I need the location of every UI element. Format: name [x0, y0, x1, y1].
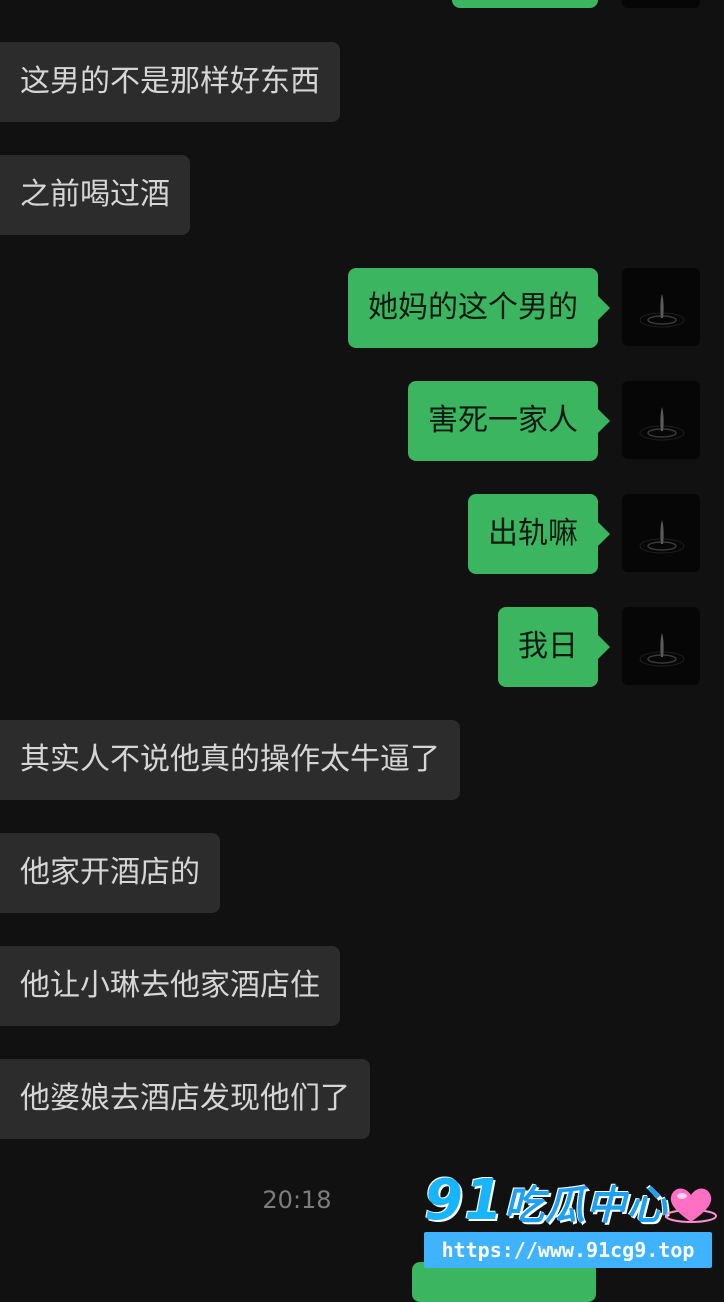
message-text: 出轨嘛 [488, 516, 578, 551]
watermark-logo: 91吃瓜中心 [424, 1170, 668, 1232]
water-drop-avatar-icon [639, 407, 685, 441]
water-drop-avatar-icon [639, 633, 685, 667]
message-text: 他婆娘去酒店发现他们了 [20, 1081, 350, 1116]
message-bubble[interactable]: 这男的不是那样好东西 [0, 42, 340, 122]
message-bubble[interactable]: 之前喝过酒 [0, 155, 190, 235]
watermark-logo-number: 91 [424, 1168, 504, 1233]
message-text: 其实人不说他真的操作太牛逼了 [20, 742, 440, 777]
message-text: 之前喝过酒 [20, 177, 170, 212]
message-text: 我日 [518, 629, 578, 664]
avatar[interactable] [622, 0, 700, 8]
message-bubble-outgoing[interactable]: 害死一家人 [408, 381, 610, 461]
watermark-url: https://www.91cg9.top [424, 1232, 712, 1268]
message-bubble[interactable]: 他婆娘去酒店发现他们了 [0, 1059, 370, 1139]
message-bubble[interactable]: 他让小琳去他家酒店住 [0, 946, 340, 1026]
message-bubble-outgoing[interactable]: 出轨嘛 [468, 494, 610, 574]
cropped-outgoing-bubble[interactable] [452, 0, 598, 8]
pink-heart-icon [665, 1188, 717, 1223]
message-bubble-outgoing[interactable]: 她妈的这个男的 [348, 268, 610, 348]
message-bubble[interactable]: 他家开酒店的 [0, 833, 220, 913]
message-text: 他让小琳去他家酒店住 [20, 968, 320, 1003]
cropped-outgoing-bubble[interactable] [412, 1262, 596, 1302]
message-text: 害死一家人 [428, 403, 578, 438]
watermark-logo-text: 吃瓜中心 [503, 1183, 668, 1229]
avatar[interactable] [622, 381, 700, 459]
chat-view: 这男的不是那样好东西 之前喝过酒 她妈的这个男的 害死一家人 出轨嘛 我日 其实… [0, 0, 724, 1302]
message-text: 她妈的这个男的 [368, 290, 578, 325]
message-text: 这男的不是那样好东西 [20, 64, 320, 99]
avatar[interactable] [622, 607, 700, 685]
water-drop-avatar-icon [639, 294, 685, 328]
message-bubble[interactable]: 其实人不说他真的操作太牛逼了 [0, 720, 460, 800]
avatar[interactable] [622, 268, 700, 346]
water-drop-avatar-icon [639, 520, 685, 554]
message-text: 他家开酒店的 [20, 855, 200, 890]
message-bubble-outgoing[interactable]: 我日 [498, 607, 610, 687]
avatar[interactable] [622, 494, 700, 572]
